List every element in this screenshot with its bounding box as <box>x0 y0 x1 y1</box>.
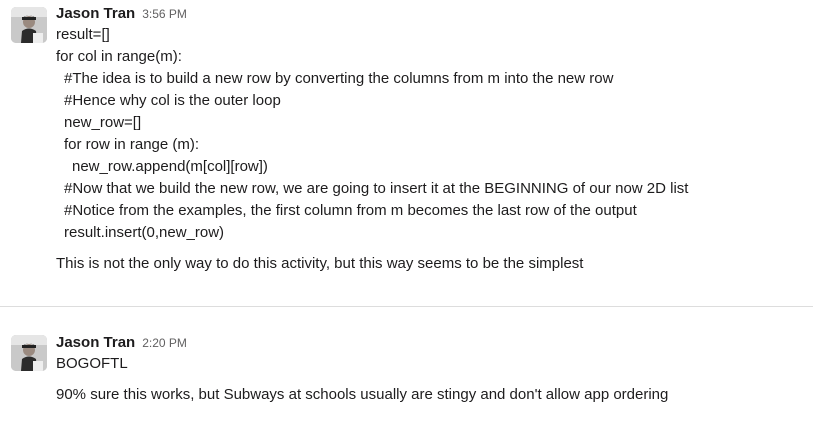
message-divider <box>0 306 813 307</box>
avatar[interactable] <box>11 7 47 43</box>
code-line: #Notice from the examples, the first col… <box>64 202 637 219</box>
message-header: Jason Tran 2:20 PM <box>56 334 187 354</box>
avatar[interactable] <box>11 335 47 371</box>
timestamp[interactable]: 2:20 PM <box>142 336 187 350</box>
code-line: BOGOFTL <box>56 355 128 372</box>
code-line: new_row=[] <box>64 114 142 131</box>
code-line: #Hence why col is the outer loop <box>64 92 281 109</box>
code-line: #Now that we build the new row, we are g… <box>64 180 689 197</box>
timestamp[interactable]: 3:56 PM <box>142 7 187 21</box>
message-text: 90% sure this works, but Subways at scho… <box>56 386 669 403</box>
code-line: result=[] <box>56 26 110 43</box>
sender-name[interactable]: Jason Tran <box>56 5 135 22</box>
code-line: for col in range(m): <box>56 48 182 65</box>
sender-name[interactable]: Jason Tran <box>56 334 135 351</box>
code-line: new_row.append(m[col][row]) <box>72 158 268 175</box>
message-header: Jason Tran 3:56 PM <box>56 5 187 25</box>
code-line: #The idea is to build a new row by conve… <box>64 70 614 87</box>
message-text: This is not the only way to do this acti… <box>56 255 584 272</box>
code-line: result.insert(0,new_row) <box>64 224 225 241</box>
code-line: for row in range (m): <box>64 136 200 153</box>
